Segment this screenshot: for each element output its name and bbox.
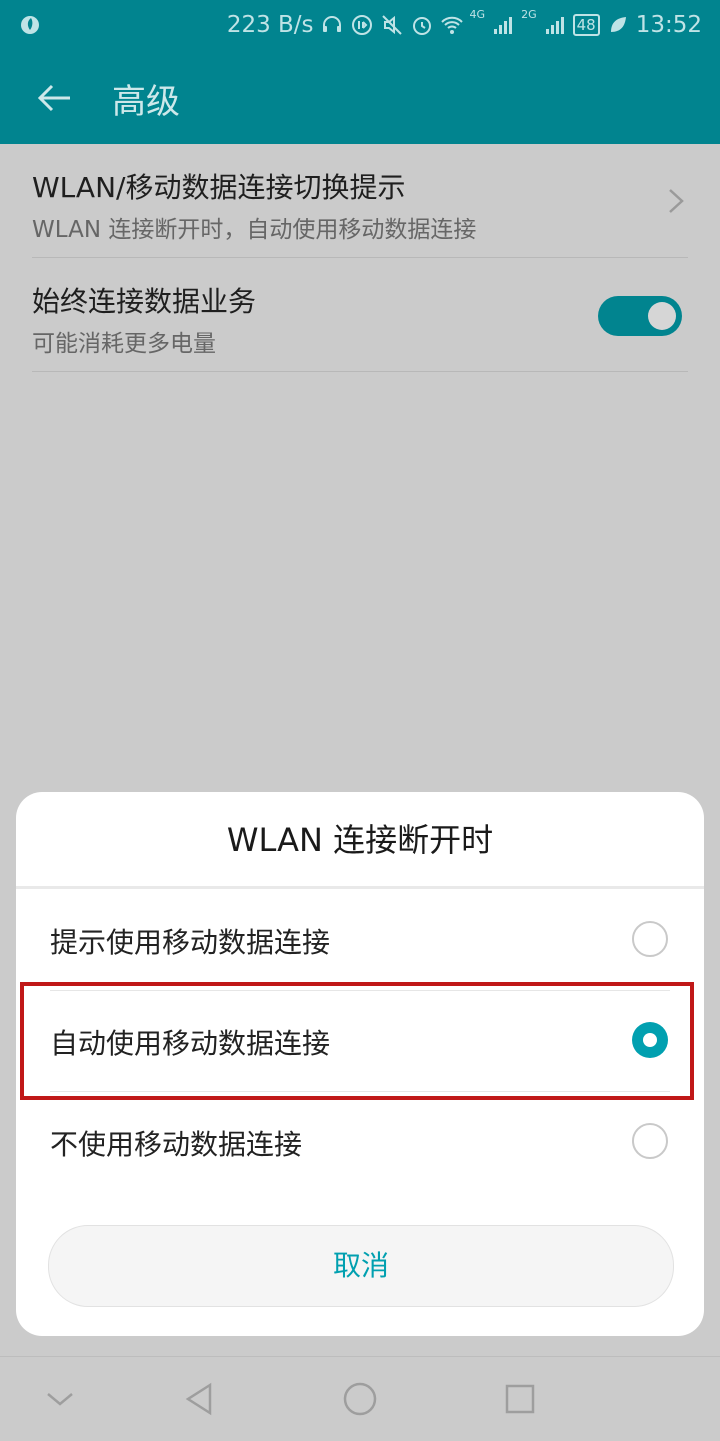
radio-button[interactable] <box>632 1123 668 1159</box>
option-label: 提示使用移动数据连接 <box>50 926 331 959</box>
setting-wlan-switch-prompt[interactable]: WLAN/移动数据连接切换提示 WLAN 连接断开时，自动使用移动数据连接 <box>32 144 688 258</box>
recents-square-icon[interactable] <box>500 1379 540 1419</box>
clock: 13:52 <box>635 12 702 38</box>
wlan-disconnect-dialog: WLAN 连接断开时 提示使用移动数据连接 自动使用移动数据连接 不使用移动数据… <box>16 792 704 1336</box>
option-prompt-mobile-data[interactable]: 提示使用移动数据连接 <box>16 891 704 991</box>
setting-title: 始终连接数据业务 <box>32 285 257 318</box>
chevron-down-icon[interactable] <box>40 1379 80 1419</box>
status-bar: 223 B/s 4G 2G 48 13:52 <box>0 0 720 50</box>
signal-icon <box>494 17 513 34</box>
network-speed: 223 B/s <box>226 12 314 38</box>
hd-call-icon <box>351 15 372 35</box>
app-logo-icon <box>21 16 39 34</box>
setting-always-connected: 始终连接数据业务 可能消耗更多电量 <box>32 258 688 372</box>
mute-icon <box>381 15 402 35</box>
page-title: 高级 <box>112 82 180 122</box>
leaf-icon <box>610 17 626 32</box>
battery-level: 48 <box>572 14 600 36</box>
setting-title: WLAN/移动数据连接切换提示 <box>32 171 406 204</box>
toggle-knob <box>648 302 676 330</box>
back-arrow-icon[interactable] <box>34 78 74 118</box>
dialog-divider <box>16 886 704 889</box>
setting-subtitle: WLAN 连接断开时，自动使用移动数据连接 <box>32 217 477 243</box>
home-circle-icon[interactable] <box>340 1379 380 1419</box>
settings-list: WLAN/移动数据连接切换提示 WLAN 连接断开时，自动使用移动数据连接 始终… <box>0 144 720 372</box>
battery-icon: 48 <box>572 14 600 36</box>
setting-subtitle: 可能消耗更多电量 <box>32 331 216 357</box>
radio-button[interactable] <box>632 921 668 957</box>
network-type-1: 4G <box>469 8 486 21</box>
alarm-icon <box>412 17 431 35</box>
headset-icon <box>322 16 341 32</box>
back-triangle-icon[interactable] <box>180 1379 220 1419</box>
wifi-icon <box>440 16 463 34</box>
dialog-title: WLAN 连接断开时 <box>226 821 494 859</box>
cancel-button[interactable]: 取消 <box>48 1225 674 1307</box>
always-connected-toggle[interactable] <box>598 296 682 336</box>
network-type-2: 2G <box>521 8 537 21</box>
option-label: 不使用移动数据连接 <box>50 1128 303 1161</box>
navigation-bar <box>0 1356 720 1441</box>
app-bar: 高级 <box>0 50 720 144</box>
chevron-right-icon <box>669 189 684 213</box>
highlight-box <box>20 982 694 1100</box>
signal-icon <box>545 17 564 34</box>
option-no-mobile-data[interactable]: 不使用移动数据连接 <box>16 1093 704 1193</box>
